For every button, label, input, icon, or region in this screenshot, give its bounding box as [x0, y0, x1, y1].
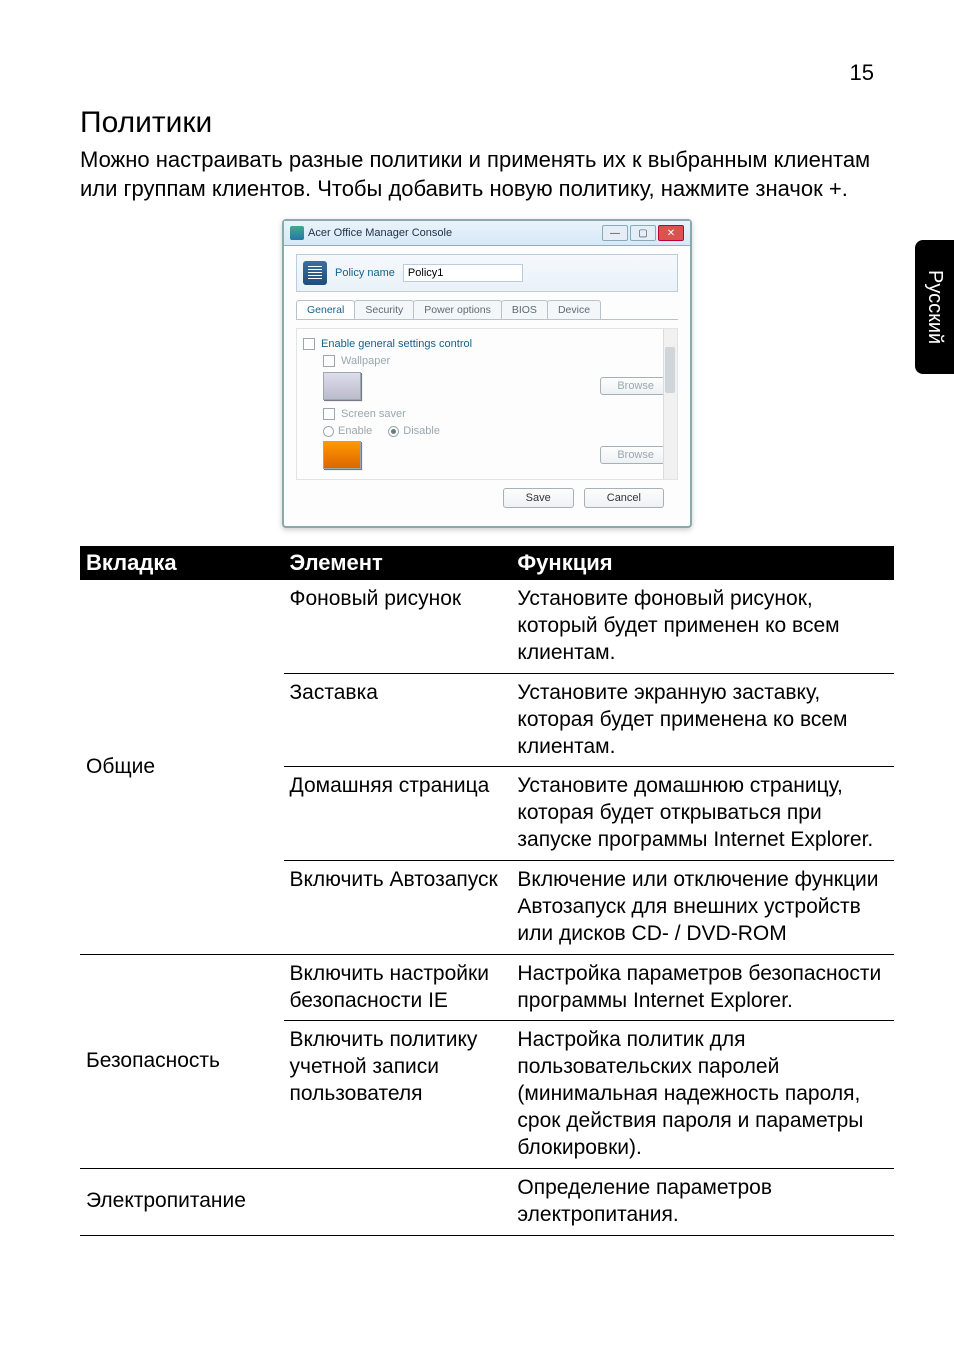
element-cell: Фоновый рисунок — [284, 580, 512, 673]
close-button[interactable]: ✕ — [658, 225, 684, 241]
enable-general-checkbox[interactable] — [303, 338, 315, 350]
function-cell: Включение или отключение функции Автозап… — [511, 861, 894, 955]
element-cell: Включить политику учетной записи пользов… — [284, 1021, 512, 1168]
section-heading: Политики — [80, 106, 894, 140]
function-cell: Настройка параметров безопасности програ… — [511, 954, 894, 1021]
app-icon — [290, 226, 304, 240]
reference-table: Вкладка Элемент Функция ОбщиеФоновый рис… — [80, 546, 894, 1235]
tab-bios[interactable]: BIOS — [501, 300, 548, 319]
group-cell: Безопасность — [80, 954, 284, 1168]
screensaver-enable-radio[interactable] — [323, 426, 334, 437]
th-element: Элемент — [284, 546, 512, 580]
wallpaper-label: Wallpaper — [341, 355, 390, 367]
screensaver-thumbnail — [323, 441, 361, 469]
function-cell: Настройка политик для пользовательских п… — [511, 1021, 894, 1168]
settings-panel: Enable general settings control Wallpape… — [296, 328, 678, 480]
intro-paragraph: Можно настраивать разные политики и прим… — [80, 146, 894, 203]
element-cell: Включить настройки безопасности IE — [284, 954, 512, 1021]
wallpaper-browse-button[interactable]: Browse — [600, 377, 671, 395]
tab-device[interactable]: Device — [547, 300, 601, 319]
screensaver-disable-radio[interactable] — [388, 426, 399, 437]
tab-strip: General Security Power options BIOS Devi… — [296, 300, 678, 320]
dialog-title: Acer Office Manager Console — [308, 227, 452, 239]
enable-label: Enable — [338, 425, 372, 437]
page-number: 15 — [80, 60, 894, 106]
wallpaper-checkbox[interactable] — [323, 355, 335, 367]
policy-name-row: Policy name — [296, 254, 678, 292]
dialog-titlebar: Acer Office Manager Console — ▢ ✕ — [284, 221, 690, 246]
dialog-window: Acer Office Manager Console — ▢ ✕ Policy… — [282, 219, 692, 528]
tab-security[interactable]: Security — [354, 300, 414, 319]
minimize-button[interactable]: — — [602, 225, 628, 241]
th-function: Функция — [511, 546, 894, 580]
maximize-button[interactable]: ▢ — [630, 225, 656, 241]
policy-icon — [303, 261, 327, 285]
screensaver-label: Screen saver — [341, 408, 406, 420]
element-cell: Домашняя страница — [284, 767, 512, 861]
table-row: ОбщиеФоновый рисунокУстановите фоновый р… — [80, 580, 894, 673]
language-tab: Русский — [915, 240, 954, 374]
function-cell: Установите экранную заставку, которая бу… — [511, 673, 894, 767]
element-cell: Включить Автозапуск — [284, 861, 512, 955]
group-cell: Общие — [80, 580, 284, 954]
tab-power-options[interactable]: Power options — [413, 300, 502, 319]
scrollbar[interactable] — [663, 329, 677, 479]
enable-general-label: Enable general settings control — [321, 338, 472, 350]
function-cell: Определение параметров электропитания. — [511, 1168, 894, 1235]
element-cell: Заставка — [284, 673, 512, 767]
function-cell: Установите фоновый рисунок, который буде… — [511, 580, 894, 673]
group-cell: Электропитание — [80, 1168, 284, 1235]
function-cell: Установите домашнюю страницу, которая бу… — [511, 767, 894, 861]
policy-name-input[interactable] — [403, 264, 523, 282]
save-button[interactable]: Save — [503, 488, 574, 508]
table-row: БезопасностьВключить настройки безопасно… — [80, 954, 894, 1021]
screensaver-browse-button[interactable]: Browse — [600, 446, 671, 464]
disable-label: Disable — [403, 425, 440, 437]
tab-general[interactable]: General — [296, 300, 355, 319]
cancel-button[interactable]: Cancel — [584, 488, 664, 508]
policy-name-label: Policy name — [335, 267, 395, 279]
screensaver-checkbox[interactable] — [323, 408, 335, 420]
th-tab: Вкладка — [80, 546, 284, 580]
element-cell — [284, 1168, 512, 1235]
table-row: Электропитание Определение параметров эле… — [80, 1168, 894, 1235]
wallpaper-thumbnail — [323, 372, 361, 400]
